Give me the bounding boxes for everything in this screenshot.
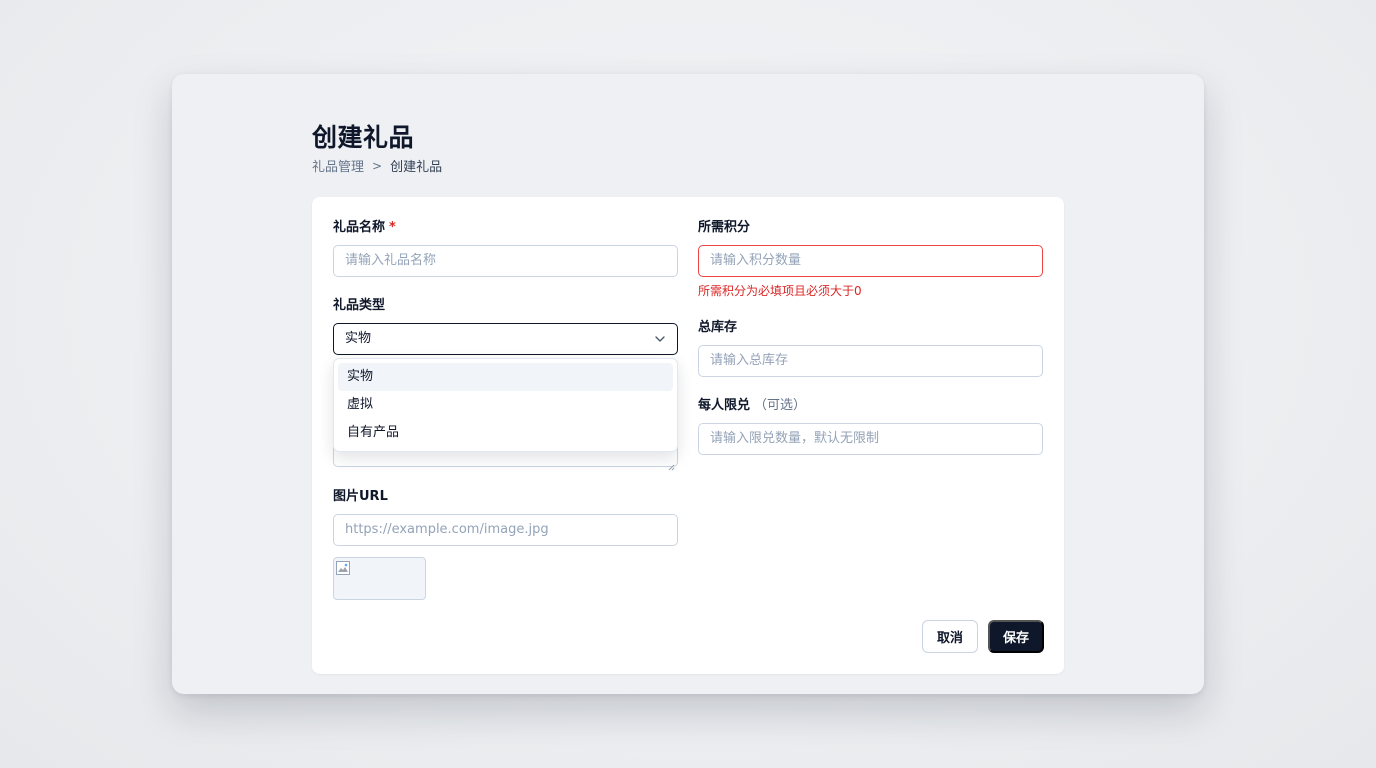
gift-name-label-text: 礼品名称 (333, 220, 386, 235)
gift-type-selected-value: 实物 (345, 331, 372, 346)
gift-type-field: 礼品类型 实物 (333, 297, 678, 355)
image-url-field: 图片URL https://example.com/image.jpg (333, 488, 678, 546)
gift-type-label: 礼品类型 (333, 298, 386, 313)
limit-label-text: 每人限兑 (698, 398, 751, 413)
breadcrumb-separator: > (372, 158, 383, 173)
points-label: 所需积分 (698, 220, 751, 235)
points-input[interactable]: 请输入积分数量 (698, 245, 1043, 277)
limit-field: 每人限兑 （可选） 请输入限兑数量，默认无限制 (698, 397, 1043, 455)
points-field: 所需积分 请输入积分数量 所需积分为必填项且必须大于0 (698, 219, 1043, 299)
breadcrumb-current: 创建礼品 (390, 160, 443, 175)
stock-input[interactable]: 请输入总库存 (698, 345, 1043, 377)
image-preview (333, 557, 426, 600)
gift-name-field: 礼品名称 * 请输入礼品名称 (333, 219, 678, 277)
gift-type-select[interactable]: 实物 (333, 323, 678, 355)
points-error-message: 所需积分为必填项且必须大于0 (698, 284, 862, 298)
cancel-button[interactable]: 取消 (922, 620, 978, 653)
stock-label: 总库存 (698, 320, 738, 335)
required-mark: * (389, 220, 396, 235)
broken-image-icon (336, 560, 350, 575)
chevron-down-icon (654, 333, 666, 345)
image-url-label: 图片URL (333, 489, 388, 504)
gift-name-label: 礼品名称 * (333, 219, 678, 237)
resize-handle-icon[interactable] (667, 456, 675, 471)
breadcrumb: 礼品管理 > 创建礼品 (312, 156, 443, 176)
gift-type-dropdown: 实物 虚拟 自有产品 (333, 358, 678, 452)
option-own-product[interactable]: 自有产品 (338, 419, 673, 447)
image-url-input[interactable]: https://example.com/image.jpg (333, 514, 678, 546)
save-button[interactable]: 保存 (988, 620, 1044, 653)
gift-name-input[interactable]: 请输入礼品名称 (333, 245, 678, 277)
limit-input[interactable]: 请输入限兑数量，默认无限制 (698, 423, 1043, 455)
breadcrumb-parent-link[interactable]: 礼品管理 (312, 156, 364, 175)
stock-field: 总库存 请输入总库存 (698, 319, 1043, 377)
app-window: 创建礼品 礼品管理 > 创建礼品 礼品名称 * 请输入礼品名称 所需积分 请输入积… (172, 74, 1204, 694)
option-virtual[interactable]: 虚拟 (338, 391, 673, 419)
page-title: 创建礼品 (312, 123, 415, 152)
option-physical[interactable]: 实物 (338, 363, 673, 391)
gift-form-card: 礼品名称 * 请输入礼品名称 所需积分 请输入积分数量 所需积分为必填项且必须大于… (312, 197, 1064, 674)
optional-note: （可选） (754, 398, 807, 413)
limit-label: 每人限兑 （可选） (698, 397, 1043, 415)
